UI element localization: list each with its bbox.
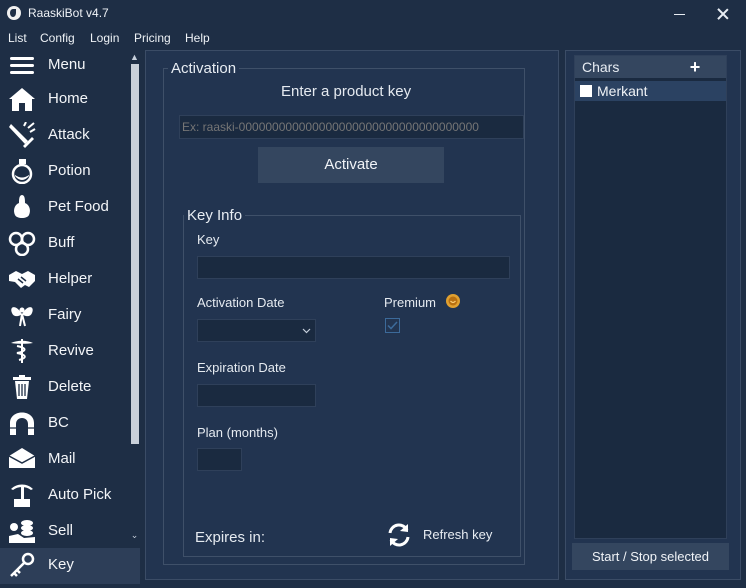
sidebar-item-mail[interactable]: Mail: [0, 442, 140, 478]
sidebar-item-label: Revive: [48, 342, 94, 359]
refresh-key-button[interactable]: Refresh key: [385, 521, 505, 551]
refresh-icon: [388, 523, 410, 547]
key-icon: [10, 552, 35, 577]
sidebar-item-helper[interactable]: Helper: [0, 262, 140, 298]
activation-date-label: Activation Date: [197, 295, 285, 310]
scroll-thumb[interactable]: [131, 64, 139, 444]
chevron-down-icon: [302, 328, 311, 334]
pet-food-icon: [14, 195, 30, 218]
coins-hand-icon: [9, 520, 35, 543]
plan-months-field[interactable]: [197, 448, 242, 471]
sidebar-item-bc[interactable]: BC: [0, 406, 140, 442]
chars-header-label: Chars: [582, 59, 620, 75]
premium-label: Premium: [384, 295, 437, 310]
add-char-button[interactable]: +: [680, 56, 710, 78]
chars-list[interactable]: Chars + Merkant: [574, 55, 727, 539]
home-icon: [9, 88, 35, 111]
pickaxe-hand-icon: [11, 484, 33, 507]
key-label: Key: [197, 232, 220, 247]
chars-panel: Chars + Merkant Start / Stop selected: [565, 50, 741, 580]
sidebar-item-key[interactable]: Key: [0, 548, 140, 584]
menu-icon: [10, 57, 34, 74]
sidebar-item-label: Attack: [48, 126, 90, 143]
sidebar-item-label: Menu: [48, 56, 86, 73]
sidebar-item-auto-pick[interactable]: Auto Pick: [0, 478, 140, 514]
premium-badge-icon: [446, 294, 460, 308]
list-item[interactable]: Merkant: [575, 81, 726, 101]
sidebar-item-label: BC: [48, 414, 69, 431]
product-key-input[interactable]: [179, 115, 524, 139]
sidebar-item-home[interactable]: Home: [0, 82, 140, 118]
fairy-icon: [11, 307, 33, 327]
scroll-up-arrow-icon[interactable]: ▲: [129, 52, 140, 62]
sidebar-item-pet-food[interactable]: Pet Food: [0, 190, 140, 226]
activate-button[interactable]: Activate: [258, 147, 444, 183]
menu-pricing[interactable]: Pricing: [134, 31, 171, 45]
sidebar-item-label: Helper: [48, 270, 93, 287]
sidebar-item-menu[interactable]: Menu: [0, 48, 140, 84]
refresh-key-label: Refresh key: [423, 527, 493, 542]
sidebar-item-label: Fairy: [48, 306, 82, 323]
sidebar-item-label: Pet Food: [48, 198, 109, 215]
window-title: RaaskiBot v4.7: [28, 6, 109, 20]
sidebar-item-sell[interactable]: Sell: [0, 514, 140, 550]
expires-in-label: Expires in:: [195, 529, 266, 546]
sidebar-item-revive[interactable]: Revive: [0, 334, 140, 370]
scroll-down-arrow-icon[interactable]: ⌄: [129, 530, 140, 540]
sidebar-item-label: Auto Pick: [48, 486, 112, 503]
sidebar-item-buff[interactable]: Buff: [0, 226, 140, 262]
premium-checkbox[interactable]: [385, 318, 400, 333]
sidebar-scrollbar[interactable]: ▲ ⌄: [129, 50, 140, 546]
trash-icon: [13, 375, 31, 399]
start-stop-selected-button[interactable]: Start / Stop selected: [572, 543, 729, 570]
sidebar-item-label: Delete: [48, 378, 92, 395]
menu-config[interactable]: Config: [40, 31, 75, 45]
sidebar-item-label: Sell: [48, 522, 74, 539]
sidebar-item-label: Mail: [48, 450, 76, 467]
activation-date-picker[interactable]: [197, 319, 316, 342]
mail-icon: [8, 448, 36, 468]
activation-group-title: Activation: [168, 60, 240, 77]
menu-list[interactable]: List: [8, 31, 27, 45]
menu-login[interactable]: Login: [90, 31, 119, 45]
handshake-icon: [9, 271, 35, 288]
sidebar-item-potion[interactable]: Potion: [0, 154, 140, 190]
sidebar-item-label: Key: [48, 556, 74, 573]
expiration-date-label: Expiration Date: [197, 360, 286, 375]
sidebar-item-label: Potion: [48, 162, 91, 179]
sidebar-item-label: Home: [48, 90, 89, 107]
close-button[interactable]: [703, 2, 743, 26]
char-checkbox[interactable]: [580, 85, 592, 97]
potion-icon: [11, 159, 33, 184]
sidebar-item-fairy[interactable]: Fairy: [0, 298, 140, 334]
menu-help[interactable]: Help: [185, 31, 210, 45]
title-bar: RaaskiBot v4.7: [0, 0, 746, 28]
key-info-group: Key Info Key Activation Date Premium Exp…: [183, 207, 521, 557]
menu-bar: List Config Login Pricing Help: [0, 28, 746, 48]
key-info-group-title: Key Info: [184, 207, 246, 224]
arch-gate-icon: [10, 412, 34, 435]
expiration-date-field[interactable]: [197, 384, 316, 407]
buff-icon: [8, 231, 36, 256]
app-logo-icon: [7, 6, 21, 20]
minimize-button[interactable]: [660, 2, 700, 26]
attack-icon: [9, 122, 36, 148]
chars-header: Chars +: [575, 56, 726, 78]
sidebar: Menu Home Attack Potion Pet Food Buff He…: [0, 48, 142, 588]
main-panel: Activation Enter a product key Activate …: [145, 50, 559, 580]
caduceus-icon: [11, 339, 33, 363]
sidebar-item-delete[interactable]: Delete: [0, 370, 140, 406]
char-name: Merkant: [597, 83, 648, 99]
enter-key-heading: Enter a product key: [281, 83, 412, 100]
key-field[interactable]: [197, 256, 510, 279]
plan-months-label: Plan (months): [197, 425, 278, 440]
sidebar-item-label: Buff: [48, 234, 75, 251]
sidebar-item-attack[interactable]: Attack: [0, 118, 140, 154]
